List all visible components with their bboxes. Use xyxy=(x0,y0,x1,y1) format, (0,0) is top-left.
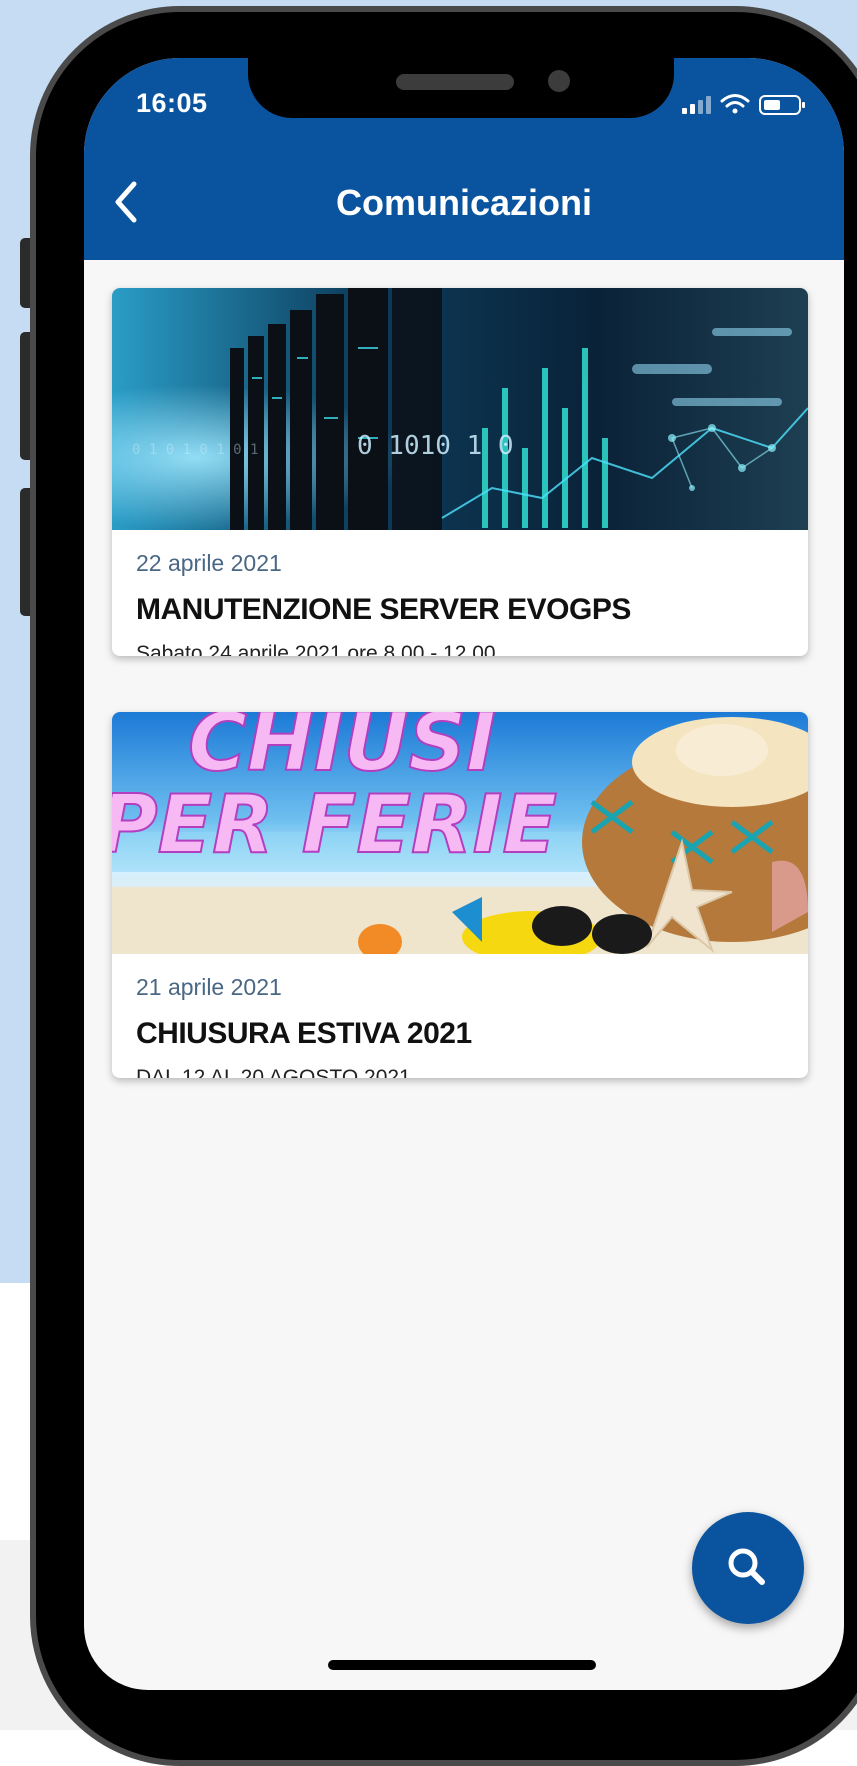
communication-card[interactable]: CHIUSI PER FERIE 21 aprile 2021 CHIUSURA… xyxy=(112,712,808,1078)
communication-date: 21 aprile 2021 xyxy=(136,974,282,1000)
home-indicator[interactable] xyxy=(328,1660,596,1670)
closed-text-line2: PER FERIE xyxy=(112,778,557,871)
battery-icon xyxy=(759,95,805,115)
server-maintenance-image: 0 1010 1 0 0 1 0 1 0 1 0 1 xyxy=(112,288,808,530)
status-time: 16:05 xyxy=(136,88,208,118)
svg-text:0 1 0 1 0 1 0 1: 0 1 0 1 0 1 0 1 xyxy=(132,442,258,458)
communication-card[interactable]: 0 1010 1 0 0 1 0 1 0 1 0 1 22 aprile 202… xyxy=(112,288,808,656)
front-camera xyxy=(548,70,570,92)
speaker-grille xyxy=(396,74,514,90)
communication-date: 22 aprile 2021 xyxy=(136,550,282,576)
communication-title: CHIUSURA ESTIVA 2021 xyxy=(136,1017,472,1050)
wifi-icon xyxy=(720,94,750,114)
signal-icon xyxy=(682,96,711,114)
page-title: Comunicazioni xyxy=(335,182,592,223)
search-button[interactable] xyxy=(692,1512,804,1624)
search-icon xyxy=(728,1548,765,1585)
communication-subtitle: DAL 12 AL 20 AGOSTO 2021 xyxy=(136,1066,411,1078)
communication-subtitle: Sabato 24 aprile 2021 ore 8.00 - 12.00 xyxy=(136,642,496,656)
binary-overlay-text: 0 1010 1 0 xyxy=(357,431,514,461)
summer-closure-image: CHIUSI PER FERIE xyxy=(112,712,808,954)
phone-screen: 16:05 Comunicazioni 0 1010 1 0 0 1 0 1 0… xyxy=(84,58,844,1690)
status-icons xyxy=(674,88,814,118)
communication-title: MANUTENZIONE SERVER EVOGPS xyxy=(136,593,631,626)
